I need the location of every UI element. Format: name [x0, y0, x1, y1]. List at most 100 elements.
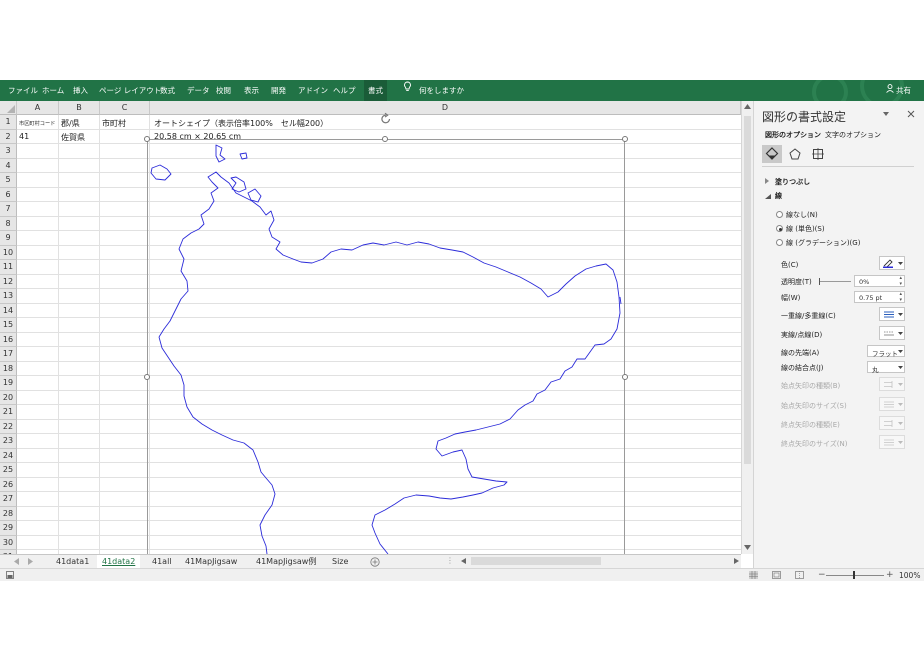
- sheet-tab-size[interactable]: Size: [332, 555, 348, 568]
- radio-line-none-label: 線なし(N): [786, 211, 818, 219]
- macro-record-icon[interactable]: [6, 571, 14, 579]
- tab-review[interactable]: 校閲: [216, 80, 231, 101]
- transparency-slider-thumb[interactable]: [819, 278, 820, 285]
- spinner-arrows-icon[interactable]: ▴ ▾: [899, 275, 902, 287]
- join-type-value: 丸: [872, 365, 879, 374]
- arrow-type-icon: [884, 420, 893, 427]
- normal-view-icon[interactable]: [749, 571, 758, 579]
- arrow-type-icon: [884, 381, 893, 388]
- sheet-tab-41mapjigsaw[interactable]: 41MapJigsaw: [185, 555, 237, 568]
- sheet-tab-41mapjigsaw-example[interactable]: 41MapJigsaw例: [256, 555, 316, 568]
- pane-title: 図形の書式設定: [762, 110, 847, 124]
- arrow-size-icon: [884, 439, 894, 446]
- scroll-up-icon[interactable]: [744, 104, 751, 110]
- tab-shape-options[interactable]: 図形のオプション: [765, 130, 821, 140]
- chevron-down-icon: [898, 441, 903, 444]
- ribbon-tab-bar: ファイル ホーム 挿入 ページ レイアウト 数式 データ 校閲 表示 開発 アド…: [0, 80, 924, 101]
- add-sheet-icon[interactable]: [370, 557, 380, 567]
- line-section-header[interactable]: 線: [775, 191, 782, 201]
- radio-line-gradient-label: 線 (グラデーション)(G): [786, 239, 861, 247]
- tab-page-layout[interactable]: ページ レイアウト: [99, 80, 161, 101]
- vertical-scroll-thumb[interactable]: [744, 116, 751, 464]
- collapse-line-icon[interactable]: [765, 194, 771, 199]
- fill-line-category-button[interactable]: [762, 145, 782, 163]
- scroll-left-icon[interactable]: [461, 558, 466, 564]
- zoom-slider[interactable]: [826, 575, 884, 576]
- vertical-scrollbar[interactable]: [741, 101, 753, 554]
- effects-pentagon-icon[interactable]: [789, 148, 801, 160]
- transparency-label: 透明度(T): [781, 278, 812, 286]
- radio-line-solid-label: 線 (単色)(S): [786, 225, 825, 233]
- end-arrow-size-label: 終点矢印のサイズ(N): [781, 440, 848, 448]
- transparency-slider[interactable]: [819, 281, 851, 282]
- scroll-down-icon[interactable]: [744, 545, 751, 551]
- zoom-out-button[interactable]: −: [818, 570, 826, 580]
- page-layout-view-icon[interactable]: [772, 571, 781, 579]
- scroll-right-icon[interactable]: [734, 558, 739, 564]
- worksheet-grid[interactable]: A B C D 1 2 3 4 5 6 7 8 9 10 11 12 13 14 15 16 17 18 19 20 2…: [0, 101, 741, 554]
- tab-scroll-right-icon[interactable]: [28, 558, 34, 565]
- status-bar: − + 100%: [0, 568, 924, 581]
- radio-line-gradient[interactable]: [776, 239, 783, 246]
- compound-type-dropdown[interactable]: [879, 307, 905, 321]
- tab-home[interactable]: ホーム: [42, 80, 64, 101]
- arrow-size-icon: [884, 401, 894, 408]
- close-icon[interactable]: [907, 110, 915, 118]
- end-arrow-size-dropdown[interactable]: [879, 435, 905, 449]
- saga-map-shape[interactable]: [0, 101, 741, 554]
- cap-type-dropdown[interactable]: フラット: [867, 345, 905, 358]
- horizontal-scrollbar[interactable]: [459, 556, 741, 566]
- tell-me-search[interactable]: 何をしますか: [419, 80, 464, 101]
- radio-line-none[interactable]: [776, 211, 783, 218]
- begin-arrow-type-label: 始点矢印の種類(B): [781, 382, 841, 390]
- format-shape-pane: 図形の書式設定 図形のオプション 文字のオプション 塗りつぶし 線 線なし(N)…: [753, 101, 924, 568]
- end-arrow-type-label: 終点矢印の種類(E): [781, 421, 840, 429]
- tab-addins[interactable]: アドイン: [298, 80, 328, 101]
- transparency-input[interactable]: 0% ▴ ▾: [854, 275, 905, 287]
- expand-fill-icon[interactable]: [765, 178, 769, 184]
- compound-type-label: 一重線/多重線(C): [781, 312, 836, 320]
- begin-arrow-type-dropdown[interactable]: [879, 377, 905, 391]
- begin-arrow-size-dropdown[interactable]: [879, 397, 905, 411]
- zoom-level[interactable]: 100%: [899, 571, 920, 580]
- chevron-down-icon: [898, 332, 903, 335]
- line-color-picker[interactable]: [879, 256, 905, 270]
- pen-color-icon: [883, 259, 893, 268]
- radio-line-solid[interactable]: [776, 225, 783, 232]
- tab-help[interactable]: ヘルプ: [333, 80, 356, 101]
- dash-type-dropdown[interactable]: [879, 326, 905, 340]
- tab-view[interactable]: 表示: [244, 80, 259, 101]
- line-width-value: 0.75 pt: [859, 293, 883, 302]
- zoom-slider-thumb[interactable]: [853, 571, 855, 579]
- tab-data[interactable]: データ: [187, 80, 210, 101]
- tab-formulas[interactable]: 数式: [160, 80, 175, 101]
- chevron-down-icon: [898, 383, 903, 386]
- tab-file[interactable]: ファイル: [8, 80, 38, 101]
- zoom-in-button[interactable]: +: [886, 570, 894, 580]
- begin-arrow-size-label: 始点矢印のサイズ(S): [781, 402, 847, 410]
- pane-options-chevron-icon[interactable]: [883, 112, 889, 116]
- end-arrow-type-dropdown[interactable]: [879, 416, 905, 430]
- tab-scroll-left-icon[interactable]: [14, 558, 20, 565]
- tab-split-icon[interactable]: ⋮: [446, 556, 454, 565]
- share-button[interactable]: 共有: [896, 80, 911, 101]
- fill-section-header[interactable]: 塗りつぶし: [775, 177, 810, 187]
- page-break-view-icon[interactable]: [795, 571, 804, 579]
- chevron-down-icon: [898, 366, 903, 369]
- tab-developer[interactable]: 開発: [271, 80, 286, 101]
- line-width-input[interactable]: 0.75 pt ▴ ▾: [854, 291, 905, 303]
- tab-text-options[interactable]: 文字のオプション: [825, 130, 881, 140]
- dash-lines-icon: [884, 331, 894, 336]
- size-properties-icon[interactable]: [812, 148, 824, 160]
- tab-insert[interactable]: 挿入: [73, 80, 88, 101]
- sheet-tab-41data1[interactable]: 41data1: [56, 555, 89, 568]
- join-type-label: 線の結合点(J): [781, 364, 824, 372]
- horizontal-scroll-thumb[interactable]: [471, 557, 601, 565]
- lightbulb-icon: [403, 80, 412, 101]
- sheet-tab-41all[interactable]: 41all: [152, 555, 172, 568]
- dash-type-label: 実線/点線(D): [781, 331, 823, 339]
- cap-type-value: フラット: [872, 349, 898, 358]
- join-type-dropdown[interactable]: 丸: [867, 361, 905, 374]
- spinner-arrows-icon[interactable]: ▴ ▾: [899, 291, 902, 303]
- tab-format[interactable]: 書式: [364, 80, 387, 101]
